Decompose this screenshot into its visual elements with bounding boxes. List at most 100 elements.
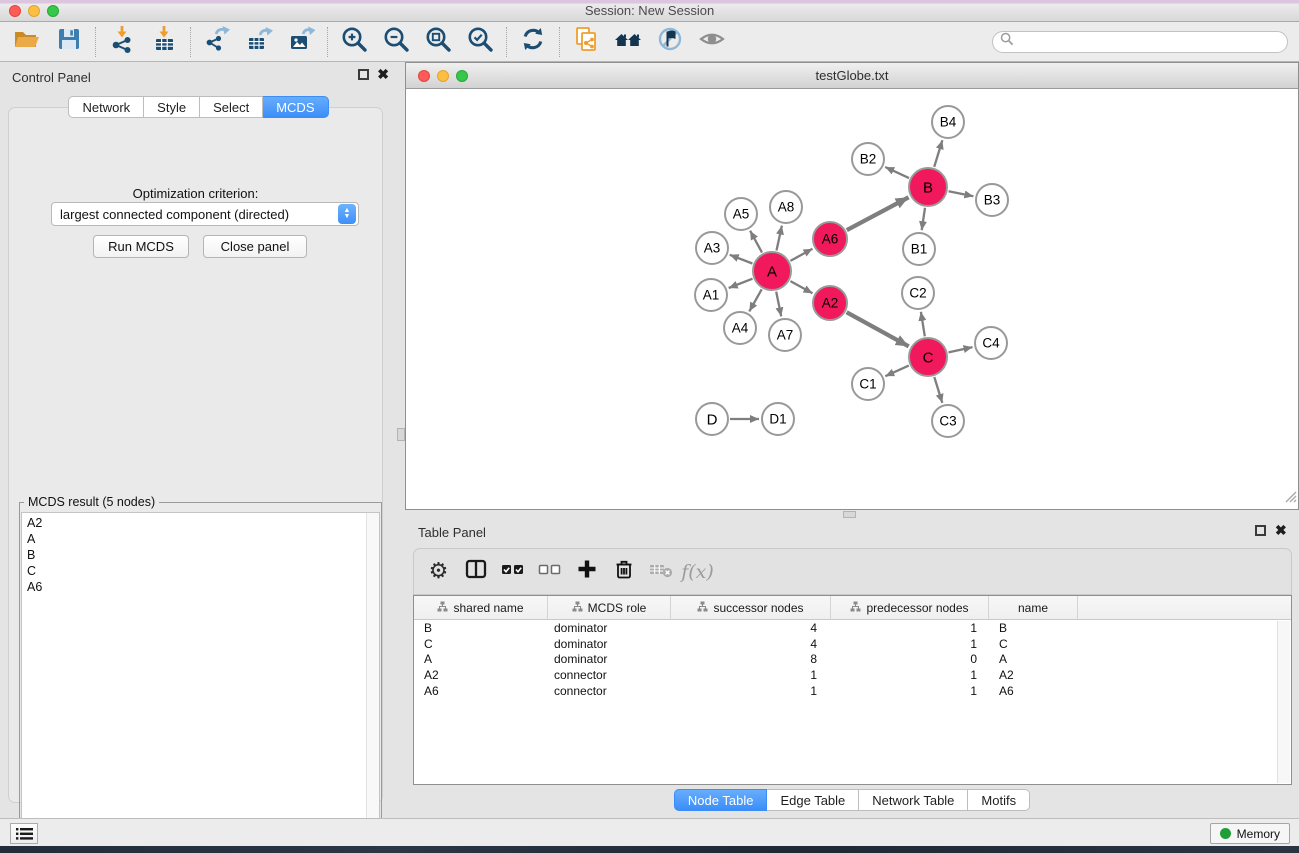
import-table-button[interactable] [143, 24, 185, 60]
graph-node-C3[interactable]: C3 [932, 405, 964, 437]
resize-grip-icon[interactable] [1284, 490, 1297, 508]
open-session-button[interactable] [6, 24, 48, 60]
table-row[interactable]: A2connector11A2 [414, 667, 1291, 683]
mcds-result-item[interactable]: B [27, 547, 379, 563]
graph-node-A1[interactable]: A1 [695, 279, 727, 311]
graph-edge-A6-B[interactable] [847, 197, 909, 230]
column-header-mcds-role[interactable]: MCDS role [548, 596, 671, 620]
graph-edge-A-A6[interactable] [790, 249, 812, 261]
close-panel-icon[interactable]: ✖ [377, 69, 389, 80]
mcds-result-item[interactable]: A6 [27, 579, 379, 595]
table-scrollbar[interactable] [1277, 621, 1290, 783]
column-header-name[interactable]: name [989, 596, 1078, 620]
graph-node-A8[interactable]: A8 [770, 191, 802, 223]
graph-node-D1[interactable]: D1 [762, 403, 794, 435]
vertical-splitter-handle[interactable] [397, 428, 405, 441]
memory-button[interactable]: Memory [1210, 823, 1290, 844]
zoom-in-button[interactable] [333, 24, 375, 60]
network-window-titlebar: testGlobe.txt [406, 63, 1298, 89]
table-tab-edge-table[interactable]: Edge Table [767, 789, 859, 811]
mcds-result-item[interactable]: A2 [27, 515, 379, 531]
save-session-button[interactable] [48, 24, 90, 60]
graph-node-A2[interactable]: A2 [813, 286, 847, 320]
mcds-list-scrollbar[interactable] [366, 513, 379, 838]
table-tab-network-table[interactable]: Network Table [859, 789, 968, 811]
graph-edge-A-A5[interactable] [750, 231, 762, 253]
search-input[interactable] [992, 31, 1288, 53]
graph-node-D[interactable]: D [696, 403, 728, 435]
zoom-out-button[interactable] [375, 24, 417, 60]
zoom-selected-button[interactable] [459, 24, 501, 60]
clone-network-button[interactable] [565, 24, 607, 60]
criterion-dropdown[interactable]: largest connected component (directed) ▲… [51, 202, 359, 226]
column-header-predecessor-nodes[interactable]: predecessor nodes [831, 596, 989, 620]
network-canvas[interactable]: A A1 A2 A3 A4 A5 A6 A7 A8 B B1 B2 B3 B4 C C1 C2 C3 C4 D D1 [406, 90, 1298, 515]
table-row[interactable]: Adominator80A [414, 652, 1291, 668]
select-all-columns-button[interactable] [494, 553, 531, 591]
table-tab-node-table[interactable]: Node Table [674, 789, 768, 811]
tab-network[interactable]: Network [68, 96, 144, 118]
graph-node-C4[interactable]: C4 [975, 327, 1007, 359]
graph-edge-A-A3[interactable] [730, 255, 753, 264]
graph-node-B1[interactable]: B1 [903, 233, 935, 265]
graph-edge-C-C3[interactable] [934, 377, 942, 403]
tab-style[interactable]: Style [144, 96, 200, 118]
tab-mcds[interactable]: MCDS [263, 96, 328, 118]
graph-edge-A-A4[interactable] [749, 289, 761, 311]
graph-edge-C-C1[interactable] [885, 366, 909, 377]
graph-edge-C-C2[interactable] [921, 312, 925, 337]
tab-select[interactable]: Select [200, 96, 263, 118]
table-row[interactable]: Cdominator41C [414, 636, 1291, 652]
table-row[interactable]: Bdominator41B [414, 620, 1291, 636]
toggle-graphics-details-button[interactable] [649, 24, 691, 60]
table-row[interactable]: A6connector11A6 [414, 683, 1291, 699]
graph-edge-A-A1[interactable] [729, 279, 753, 288]
show-columns-button[interactable] [457, 553, 494, 591]
float-panel-icon[interactable] [358, 69, 369, 80]
graph-node-A6[interactable]: A6 [813, 222, 847, 256]
graph-node-C[interactable]: C [909, 338, 947, 376]
graph-edge-B-B3[interactable] [949, 191, 974, 196]
graph-node-B4[interactable]: B4 [932, 106, 964, 138]
refresh-network-button[interactable] [512, 24, 554, 60]
graph-edge-C-C4[interactable] [949, 347, 973, 352]
task-history-button[interactable] [10, 823, 38, 844]
graph-edge-B-B2[interactable] [885, 167, 909, 178]
graph-node-A7[interactable]: A7 [769, 319, 801, 351]
graph-node-C1[interactable]: C1 [852, 368, 884, 400]
graph-edge-A-A2[interactable] [790, 281, 812, 293]
create-column-button[interactable] [568, 553, 605, 591]
home-view-button[interactable] [607, 24, 649, 60]
run-mcds-button[interactable]: Run MCDS [93, 235, 189, 258]
graph-node-A5[interactable]: A5 [725, 198, 757, 230]
close-panel-button[interactable]: Close panel [203, 235, 307, 258]
graph-node-A4[interactable]: A4 [724, 312, 756, 344]
close-table-panel-icon[interactable]: ✖ [1275, 525, 1287, 536]
import-network-button[interactable] [101, 24, 143, 60]
column-header-successor-nodes[interactable]: successor nodes [671, 596, 831, 620]
graph-node-B2[interactable]: B2 [852, 143, 884, 175]
mcds-result-item[interactable]: A [27, 531, 379, 547]
float-table-panel-icon[interactable] [1255, 525, 1266, 536]
delete-columns-button[interactable] [605, 553, 642, 591]
mcds-result-item[interactable]: C [27, 563, 379, 579]
graph-node-A3[interactable]: A3 [696, 232, 728, 264]
table-tab-motifs[interactable]: Motifs [968, 789, 1030, 811]
export-network-button[interactable] [196, 24, 238, 60]
column-header-shared-name[interactable]: shared name [414, 596, 548, 620]
unselect-all-columns-button[interactable] [531, 553, 568, 591]
export-image-button[interactable] [280, 24, 322, 60]
graph-edge-B-B4[interactable] [934, 140, 942, 167]
table-settings-button[interactable]: ⚙ [420, 553, 457, 591]
graph-edge-A-A8[interactable] [777, 226, 782, 251]
svg-text:C: C [923, 349, 934, 366]
graph-edge-B-B1[interactable] [922, 208, 925, 230]
graph-edge-A2-C[interactable] [847, 312, 909, 346]
graph-node-C2[interactable]: C2 [902, 277, 934, 309]
graph-node-B3[interactable]: B3 [976, 184, 1008, 216]
graph-edge-A-A7[interactable] [776, 292, 781, 317]
zoom-fit-button[interactable] [417, 24, 459, 60]
graph-node-A[interactable]: A [753, 252, 791, 290]
export-table-button[interactable] [238, 24, 280, 60]
graph-node-B[interactable]: B [909, 168, 947, 206]
